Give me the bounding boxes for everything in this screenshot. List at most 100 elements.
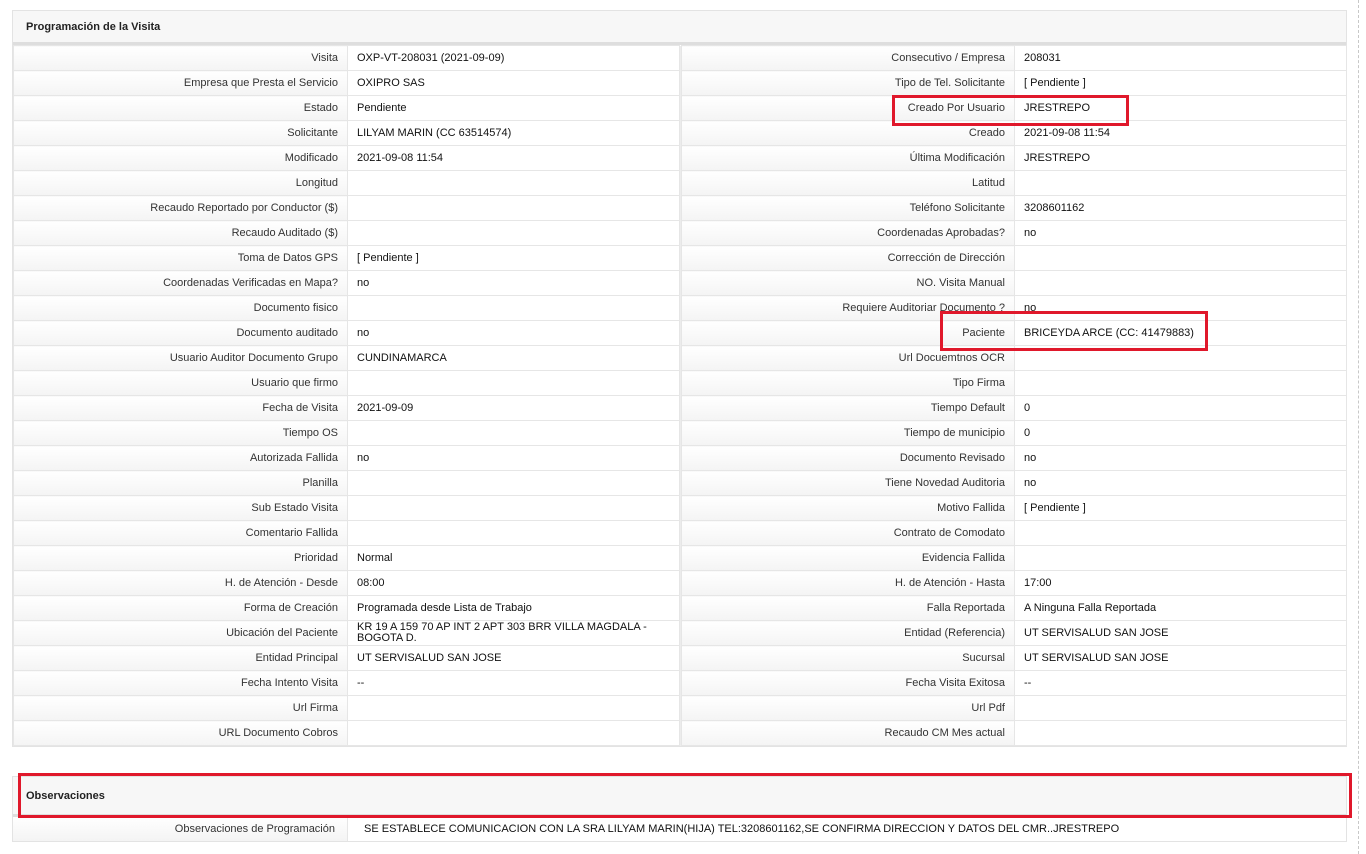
detail-row: H. de Atención - Desde 08:00 H. de Atenció… <box>13 570 1347 596</box>
right-value: no <box>1014 295 1347 321</box>
left-value: [ Pendiente ] <box>347 245 680 271</box>
left-value: 2021-09-09 <box>347 395 680 421</box>
left-value <box>347 470 680 496</box>
detail-row: Entidad Principal UT SERVISALUD SAN JOSE S… <box>13 645 1347 671</box>
right-value: no <box>1014 445 1347 471</box>
detail-row: Visita OXP-VT-208031 (2021-09-09) Consecut… <box>13 45 1347 71</box>
observations-panel: Observaciones Observaciones de Programac… <box>12 776 1347 842</box>
left-value <box>347 220 680 246</box>
detail-row: Tiempo OS Tiempo de municipio 0 <box>13 420 1347 446</box>
right-value <box>1014 270 1347 296</box>
left-label: Documento fisico <box>13 295 348 321</box>
observations-header: Observaciones <box>13 777 1346 817</box>
right-value: 17:00 <box>1014 570 1347 596</box>
left-label: Prioridad <box>13 545 348 571</box>
detail-row: Longitud Latitud <box>13 170 1347 196</box>
right-label: Coordenadas Aprobadas? <box>681 220 1015 246</box>
right-value <box>1014 170 1347 196</box>
left-label: Usuario Auditor Documento Grupo <box>13 345 348 371</box>
left-value: no <box>347 270 680 296</box>
left-label: H. de Atención - Desde <box>13 570 348 596</box>
left-label: Planilla <box>13 470 348 496</box>
detail-row: Prioridad Normal Evidencia Fallida <box>13 545 1347 571</box>
left-value <box>347 195 680 221</box>
left-value: KR 19 A 159 70 AP INT 2 APT 303 BRR VILL… <box>347 620 680 646</box>
detail-row: Coordenadas Verificadas en Mapa? no NO. V… <box>13 270 1347 296</box>
right-value: 0 <box>1014 395 1347 421</box>
detail-row: Usuario Auditor Documento Grupo CUNDINAMA… <box>13 345 1347 371</box>
left-value: UT SERVISALUD SAN JOSE <box>347 645 680 671</box>
left-label: Toma de Datos GPS <box>13 245 348 271</box>
visit-schedule-header: Programación de la Visita <box>13 11 1346 45</box>
left-label: Recaudo Reportado por Conductor ($) <box>13 195 348 221</box>
right-label: Sucursal <box>681 645 1015 671</box>
visit-schedule-panel: Programación de la Visita Visita OXP-VT-2… <box>12 10 1347 747</box>
right-label: Contrato de Comodato <box>681 520 1015 546</box>
detail-row: Empresa que Presta el Servicio OXIPRO SAS… <box>13 70 1347 96</box>
left-label: Visita <box>13 45 348 71</box>
left-label: Modificado <box>13 145 348 171</box>
right-value: -- <box>1014 670 1347 696</box>
right-label: Documento Revisado <box>681 445 1015 471</box>
left-value: no <box>347 320 680 346</box>
detail-row: Documento fisico Requiere Auditoriar Docu… <box>13 295 1347 321</box>
right-value: JRESTREPO <box>1014 145 1347 171</box>
right-value: UT SERVISALUD SAN JOSE <box>1014 645 1347 671</box>
right-label: Fecha Visita Exitosa <box>681 670 1015 696</box>
right-value: no <box>1014 470 1347 496</box>
page-dashed-border <box>1358 0 1359 854</box>
right-value: JRESTREPO <box>1014 95 1347 121</box>
left-value <box>347 370 680 396</box>
detail-row: URL Documento Cobros Recaudo CM Mes actua… <box>13 720 1347 746</box>
left-value: Pendiente <box>347 95 680 121</box>
left-label: Usuario que firmo <box>13 370 348 396</box>
left-value: OXP-VT-208031 (2021-09-09) <box>347 45 680 71</box>
right-value <box>1014 345 1347 371</box>
right-value <box>1014 520 1347 546</box>
detail-row: Estado Pendiente Creado Por Usuario JRESTRE… <box>13 95 1347 121</box>
detail-row: Forma de Creación Programada desde Lista … <box>13 595 1347 621</box>
detail-row: Url Firma Url Pdf <box>13 695 1347 721</box>
left-label: Coordenadas Verificadas en Mapa? <box>13 270 348 296</box>
left-value: Programada desde Lista de Trabajo <box>347 595 680 621</box>
right-value: 3208601162 <box>1014 195 1347 221</box>
right-value: 2021-09-08 11:54 <box>1014 120 1347 146</box>
left-label: Recaudo Auditado ($) <box>13 220 348 246</box>
right-label: Corrección de Dirección <box>681 245 1015 271</box>
right-label: Creado <box>681 120 1015 146</box>
right-label: Última Modificación <box>681 145 1015 171</box>
right-label: Consecutivo / Empresa <box>681 45 1015 71</box>
left-label: Tiempo OS <box>13 420 348 446</box>
detail-row: Comentario Fallida Contrato de Comodato <box>13 520 1347 546</box>
left-value <box>347 170 680 196</box>
left-value: 2021-09-08 11:54 <box>347 145 680 171</box>
detail-row: Recaudo Auditado ($) Coordenadas Aprobada… <box>13 220 1347 246</box>
right-label: Paciente <box>681 320 1015 346</box>
right-value: 0 <box>1014 420 1347 446</box>
left-label: Ubicación del Paciente <box>13 620 348 646</box>
right-label: Tipo de Tel. Solicitante <box>681 70 1015 96</box>
right-value: UT SERVISALUD SAN JOSE <box>1014 620 1347 646</box>
right-label: Url Pdf <box>681 695 1015 721</box>
left-value: Normal <box>347 545 680 571</box>
right-label: Requiere Auditoriar Documento ? <box>681 295 1015 321</box>
right-label: Tiempo Default <box>681 395 1015 421</box>
left-label: Solicitante <box>13 120 348 146</box>
left-label: Fecha de Visita <box>13 395 348 421</box>
detail-row: Toma de Datos GPS[ Pendiente ] Corrección… <box>13 245 1347 271</box>
observations-value: SE ESTABLECE COMUNICACION CON LA SRA LIL… <box>364 823 1120 835</box>
right-label: Latitud <box>681 170 1015 196</box>
left-label: Documento auditado <box>13 320 348 346</box>
left-value <box>347 695 680 721</box>
right-value: 208031 <box>1014 45 1347 71</box>
detail-row: Recaudo Reportado por Conductor ($) Teléf… <box>13 195 1347 221</box>
left-value: 08:00 <box>347 570 680 596</box>
detail-row: Autorizada Fallida no Documento Revisado … <box>13 445 1347 471</box>
observations-row: Observaciones de Programación SE ESTABLE… <box>13 817 1346 841</box>
left-value: no <box>347 445 680 471</box>
right-value <box>1014 545 1347 571</box>
left-value: LILYAM MARIN (CC 63514574) <box>347 120 680 146</box>
detail-row: Solicitante LILYAM MARIN (CC 63514574) Cre… <box>13 120 1347 146</box>
left-label: Entidad Principal <box>13 645 348 671</box>
left-label: Sub Estado Visita <box>13 495 348 521</box>
